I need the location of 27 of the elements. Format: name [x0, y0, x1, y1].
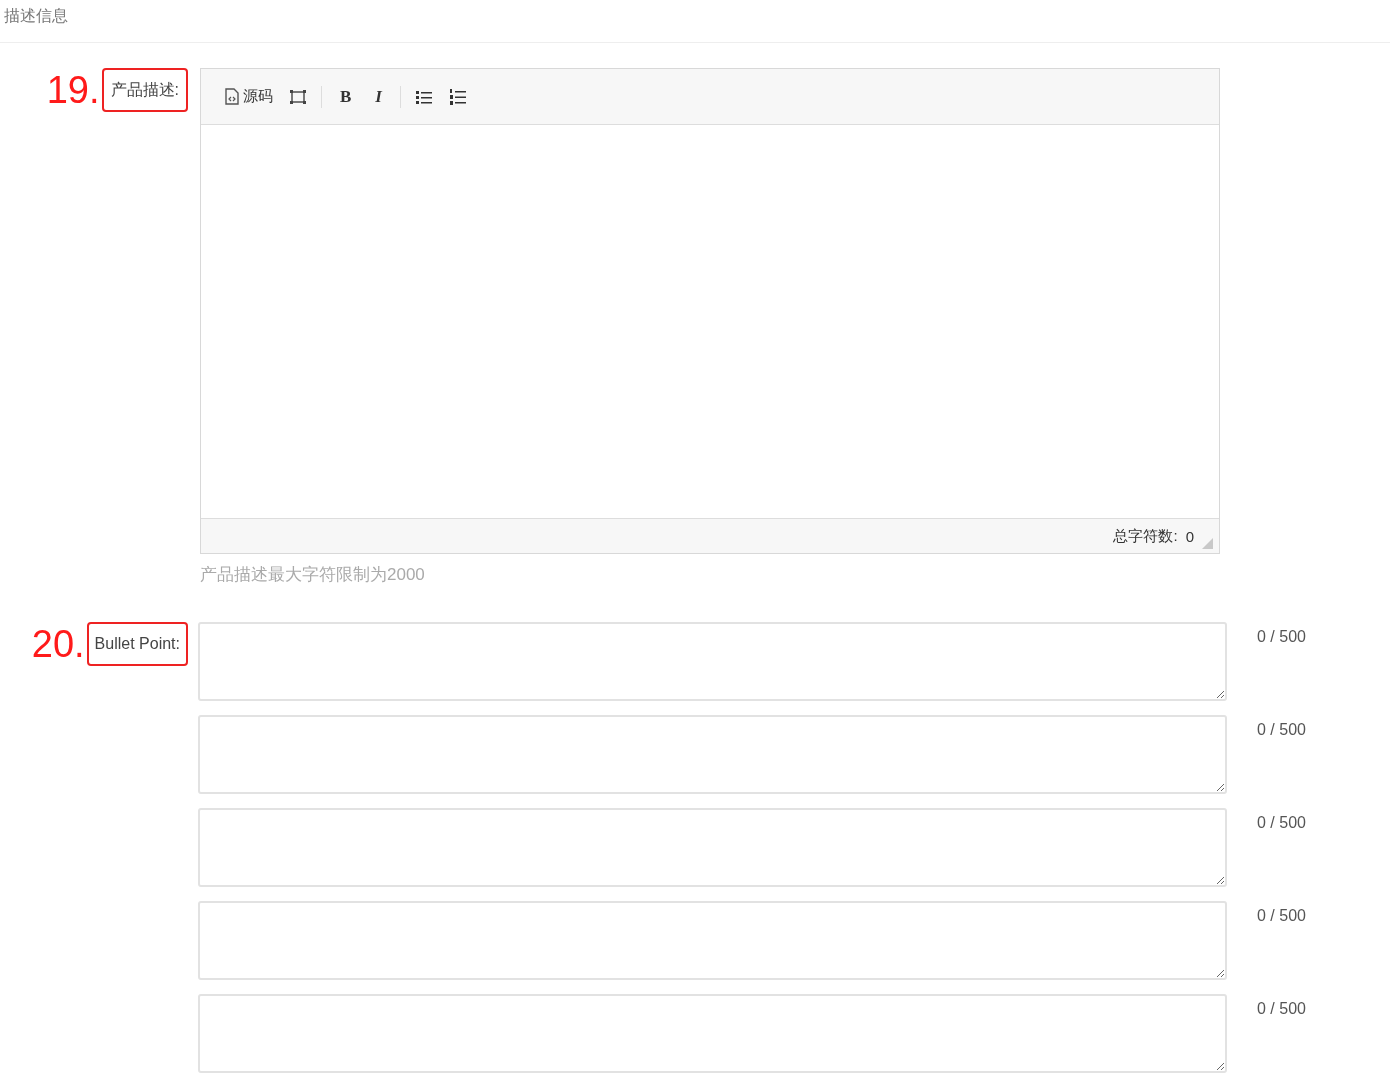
- character-counter: 0 / 500: [1257, 907, 1306, 925]
- rich-text-editor[interactable]: 源码 B I 总字符数: 0: [200, 68, 1220, 554]
- character-counter: 0 / 500: [1257, 721, 1306, 739]
- source-button[interactable]: 源码: [219, 85, 279, 108]
- maximize-icon: [289, 88, 307, 105]
- text-area[interactable]: [198, 901, 1227, 980]
- bulleted-list-icon: [414, 88, 433, 105]
- text-area[interactable]: [198, 994, 1227, 1073]
- document-code-icon: [225, 88, 239, 105]
- character-counter: 0 / 500: [1257, 628, 1306, 646]
- text-area[interactable]: [198, 715, 1227, 794]
- character-counter: 0 / 500: [1257, 814, 1306, 832]
- italic-button[interactable]: I: [365, 84, 392, 109]
- resize-handle-icon: [1202, 538, 1213, 549]
- field-label: 产品描述:: [101, 68, 188, 112]
- bold-button[interactable]: B: [330, 84, 362, 109]
- text-area[interactable]: [198, 808, 1227, 887]
- numbered-list-icon: [448, 87, 467, 106]
- text-area[interactable]: [198, 622, 1227, 701]
- character-count: 0: [1185, 527, 1194, 545]
- character-count-label: 总字符数:: [1113, 526, 1178, 546]
- annotation-number: 20.: [31, 622, 85, 666]
- section-title: 描述信息: [4, 6, 69, 26]
- character-counter: 0 / 500: [1257, 1000, 1306, 1018]
- annotation-number: 19.: [46, 68, 100, 112]
- hint-text: 产品描述最大字符限制为2000: [200, 564, 426, 586]
- field-label: Bullet Point:: [86, 622, 188, 666]
